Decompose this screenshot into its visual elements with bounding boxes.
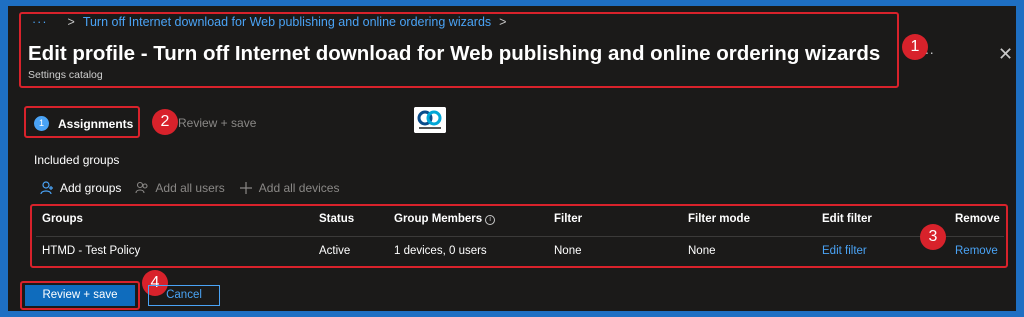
groups-toolbar: Add groups Add all users Add all devices [40,181,353,195]
add-all-users-button[interactable]: Add all users [135,181,225,195]
close-icon[interactable]: ✕ [998,44,1013,65]
htmd-logo-icon [414,107,446,133]
annotation-badge-3: 3 [920,224,946,250]
annotation-badge-1: 1 [902,34,928,60]
add-all-devices-label: Add all devices [258,181,340,195]
edit-profile-panel: ··· > Turn off Internet download for Web… [8,6,1016,311]
annotation-badge-2: 2 [152,109,178,135]
plus-icon [239,182,252,194]
all-users-icon [135,181,148,194]
add-groups-label: Add groups [60,181,122,195]
step-review-save[interactable]: Review + save [178,116,256,130]
annotation-box-review-save [20,281,140,310]
add-groups-button[interactable]: Add groups [40,181,121,195]
annotation-box-table [30,204,1008,268]
htmd-logo [414,107,446,133]
step-label-review-save: Review + save [178,116,257,130]
add-all-users-label: Add all users [155,181,225,195]
included-groups-label: Included groups [34,153,120,167]
add-all-devices-button[interactable]: Add all devices [239,181,340,195]
add-user-icon [40,181,53,195]
annotation-box-assignments [24,106,140,138]
cancel-button[interactable]: Cancel [148,285,220,306]
annotation-box-header [19,12,899,88]
